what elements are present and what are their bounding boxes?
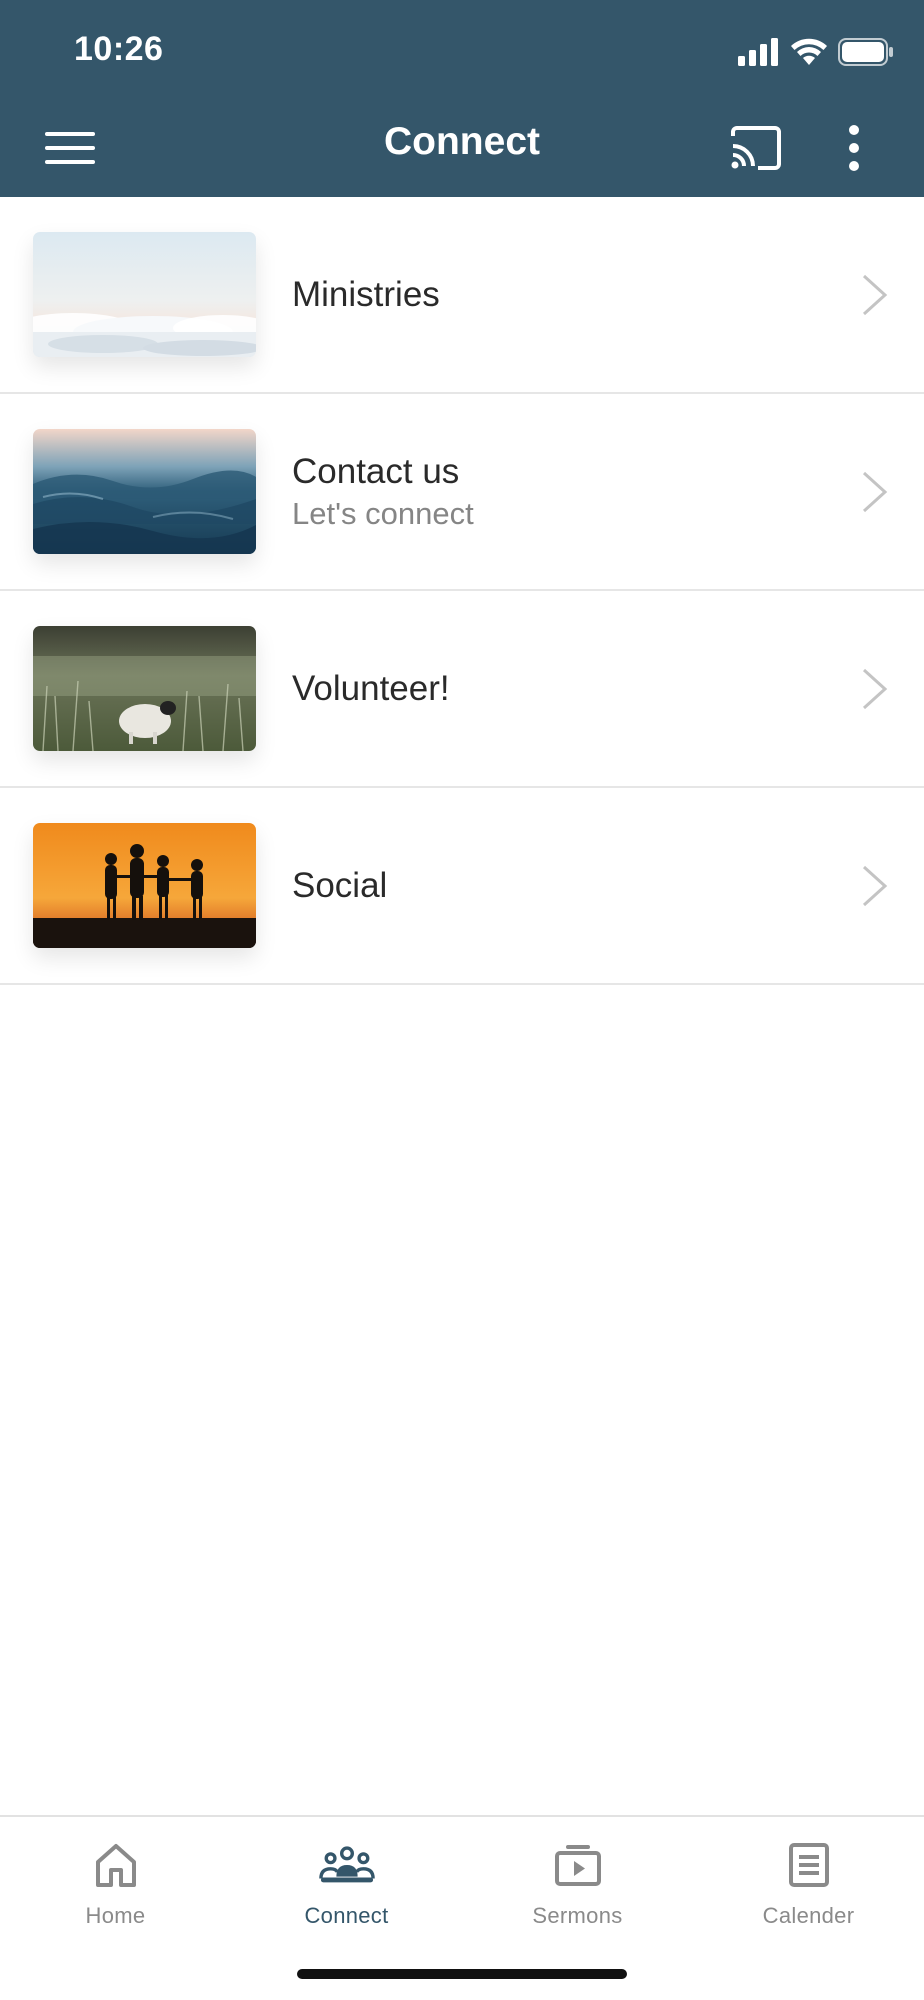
meadow-sheep-image [33,626,256,751]
tab-sermons[interactable]: Sermons [462,1837,693,1947]
list-item-title: Ministries [292,274,440,314]
tab-label: Connect [304,1903,389,1928]
chevron-right-icon [862,865,888,907]
tab-connect[interactable]: Connect [231,1837,462,1947]
home-icon [95,1844,136,1887]
more-vertical-icon [849,125,859,171]
signal-icon [738,38,778,66]
more-options-button[interactable] [826,118,882,178]
list-item-text: Contact us Let's connect [292,394,474,589]
list-item-title: Contact us [292,451,460,491]
wifi-icon [791,38,827,65]
cast-icon [731,126,781,170]
list-item-text: Ministries [292,197,440,392]
sunset-silhouettes-image [33,823,256,948]
connect-list: Ministries Contact us Let's connect Volu… [0,197,924,985]
chevron-right-icon [862,274,888,316]
list-item-subtitle: Let's connect [292,495,474,531]
status-time: 10:26 [74,30,164,68]
list-item-contact-us[interactable]: Contact us Let's connect [0,394,924,591]
calendar-icon [788,1843,829,1887]
tab-calender[interactable]: Calender [693,1837,924,1947]
chevron-right-icon [862,471,888,513]
status-icons [738,36,894,68]
tab-label: Home [85,1903,146,1928]
battery-icon [838,38,893,66]
chevron-right-icon [862,668,888,710]
play-tv-icon [554,1845,601,1886]
list-item-volunteer[interactable]: Volunteer! [0,591,924,788]
list-item-text: Social [292,788,387,983]
list-item-text: Volunteer! [292,591,450,786]
clouds-image [33,232,256,357]
app-header: 10:26 Connect [0,0,924,197]
tab-home[interactable]: Home [0,1837,231,1947]
tab-label: Calender [762,1903,855,1928]
list-item-title: Social [292,865,388,905]
home-indicator[interactable] [297,1969,627,1979]
connect-screen: 10:26 Connect Ministries Contact us Let'… [0,0,924,2000]
ocean-waves-image [33,429,256,554]
list-item-social[interactable]: Social [0,788,924,985]
list-item-title: Volunteer! [292,668,450,708]
list-item-ministries[interactable]: Ministries [0,197,924,394]
people-icon [318,1846,375,1883]
tab-label: Sermons [532,1903,623,1928]
cast-button[interactable] [722,118,790,178]
